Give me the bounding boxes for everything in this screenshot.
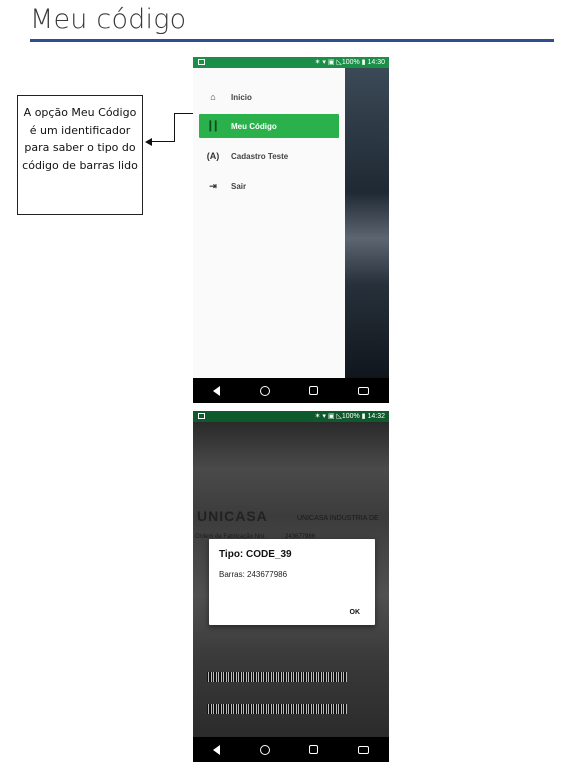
callout-arrow-line (151, 141, 174, 142)
callout-arrow-head (145, 138, 152, 146)
menu-item-cadastro-teste[interactable]: (A) Cadastro Teste (199, 144, 339, 168)
home-button-icon[interactable] (259, 744, 270, 755)
barcode-icon: ┃┃ (207, 120, 219, 131)
status-indicators: ✶ ▾ ▣ ◺100% ▮ 14:32 (314, 413, 385, 420)
home-icon: ⌂ (210, 92, 216, 102)
rotate-icon[interactable] (358, 386, 370, 395)
ok-button[interactable]: OK (350, 609, 361, 616)
dialog-body: Barras: 243677986 (219, 570, 288, 579)
menu-item-label: Meu Código (231, 121, 277, 131)
register-icon: (A) (206, 151, 220, 161)
menu-item-meu-codigo[interactable]: ┃┃ Meu Código (199, 114, 339, 138)
menu-item-label: Inicio (231, 92, 252, 102)
barcode-graphic (207, 704, 347, 714)
barcode-graphic (207, 672, 347, 682)
android-nav-bar (193, 378, 389, 403)
result-dialog: Tipo: CODE_39 Barras: 243677986 OK (209, 539, 375, 625)
navigation-drawer: ⌂ Inicio ┃┃ Meu Código (A) Cadastro Test… (193, 68, 345, 378)
recents-icon[interactable] (309, 745, 319, 754)
status-indicators: ✶ ▾ ▣ ◺100% ▮ 14:30 (314, 59, 385, 66)
notification-icon (198, 59, 205, 65)
phone-screenshot-result: ✶ ▾ ▣ ◺100% ▮ 14:32 UNICASA UNICASA INDU… (193, 411, 389, 762)
page-title: Meu código (30, 4, 187, 35)
company-text: UNICASA INDUSTRIA DE (297, 515, 379, 522)
menu-item-label: Sair (231, 181, 247, 191)
callout-arrow-line-vertical (174, 113, 175, 142)
phone-screenshot-menu: ✶ ▾ ▣ ◺100% ▮ 14:30 ⌂ Inicio ┃┃ Meu Códi… (193, 57, 389, 403)
home-button-icon[interactable] (259, 385, 270, 396)
notification-icon (198, 413, 205, 419)
menu-item-label: Cadastro Teste (231, 151, 289, 161)
menu-item-sair[interactable]: ⇥ Sair (199, 174, 339, 198)
menu-item-inicio[interactable]: ⌂ Inicio (199, 85, 339, 109)
back-icon[interactable] (212, 744, 220, 755)
status-bar: ✶ ▾ ▣ ◺100% ▮ 14:30 (193, 57, 389, 68)
logout-icon: ⇥ (209, 180, 217, 191)
title-divider (30, 39, 554, 42)
back-icon[interactable] (212, 385, 220, 396)
brand-text: UNICASA (197, 508, 268, 524)
dialog-title: Tipo: CODE_39 (219, 549, 292, 560)
android-nav-bar (193, 737, 389, 762)
recents-icon[interactable] (309, 386, 319, 395)
rotate-icon[interactable] (358, 745, 370, 754)
background-photo (343, 68, 389, 378)
callout-box: A opção Meu Código é um identificador pa… (17, 95, 143, 215)
status-bar: ✶ ▾ ▣ ◺100% ▮ 14:32 (193, 411, 389, 422)
